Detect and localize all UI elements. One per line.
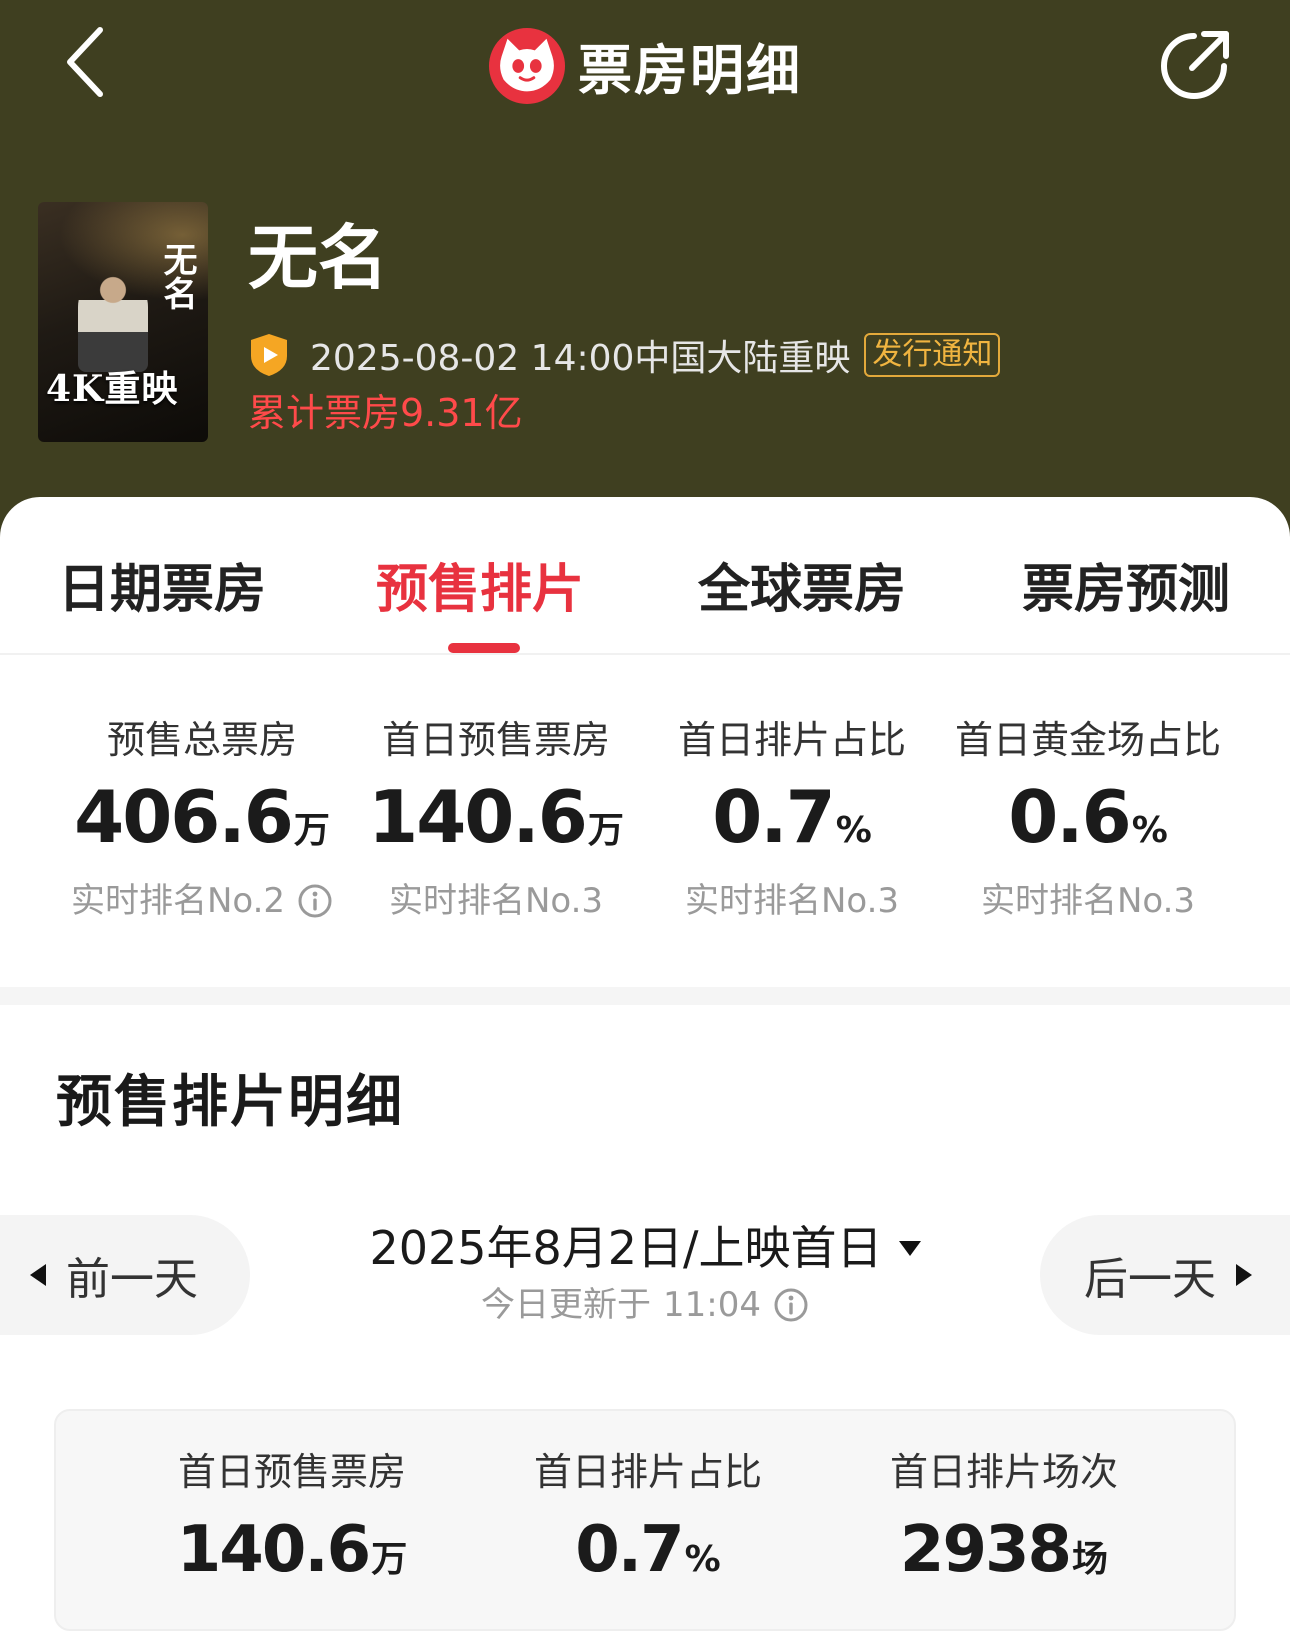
stat-label: 首日排片占比 [677, 718, 906, 762]
caret-down-icon [898, 1240, 921, 1256]
shield-play-icon [251, 334, 287, 376]
stat-label: 首日预售票房 [381, 718, 610, 762]
date-navigation: 前一天 2025年8月2日/上映首日 今日更新于 11:04 后一天 [0, 1215, 1290, 1339]
info-icon[interactable] [773, 1287, 809, 1323]
cumulative-box-office: 累计票房9.31亿 [248, 391, 523, 435]
chevron-left-icon [67, 27, 103, 97]
section-title: 预售排片明细 [56, 1070, 404, 1135]
caret-left-icon [30, 1264, 46, 1286]
stat-rank: 实时排名No.3 [388, 881, 604, 921]
stat-rank: 实时排名No.3 [980, 881, 1196, 921]
tab-bar: 日期票房 预售排片 全球票房 票房预测 [0, 497, 1290, 655]
summary-schedule-share: 首日排片占比 0.7% [468, 1447, 828, 1595]
update-label: 今日更新于 [481, 1285, 651, 1325]
first-day-summary-card: 首日预售票房 140.6万 首日排片占比 0.7% 首日排片场次 2938场 [54, 1409, 1236, 1631]
update-time: 11:04 [663, 1285, 761, 1325]
share-icon [1161, 31, 1229, 99]
stat-label: 首日黄金场占比 [954, 718, 1221, 762]
stat-value: 0.6% [1008, 775, 1168, 859]
selected-date: 2025年8月2日/上映首日 [369, 1221, 883, 1275]
stat-value: 140.6万 [368, 775, 624, 859]
tab-box-office-forecast[interactable]: 票房预测 [1022, 547, 1230, 622]
summary-first-day-presale: 首日预售票房 140.6万 [112, 1447, 472, 1595]
caret-right-icon [1236, 1264, 1252, 1286]
poster-title: 无名 [157, 242, 197, 310]
stat-first-day-schedule-share: 首日排片占比 0.7% 实时排名No.3 [642, 715, 942, 923]
share-button[interactable] [1154, 26, 1234, 106]
movie-name: 无名 [248, 217, 388, 299]
stat-label: 预售总票房 [106, 718, 297, 762]
info-icon[interactable] [297, 883, 333, 919]
header-title-group: 票房明细 [0, 26, 1290, 105]
poster-tag: 4K重映 [46, 368, 179, 410]
poster-figure [78, 272, 148, 372]
top-bar: 票房明细 [0, 0, 1290, 130]
summary-value: 0.7% [575, 1513, 721, 1587]
movie-poster[interactable]: 无名 4K重映 [38, 202, 208, 442]
previous-day-button[interactable]: 前一天 [0, 1215, 250, 1335]
page-title: 票房明细 [578, 39, 802, 102]
previous-day-label: 前一天 [66, 1254, 198, 1305]
stat-value: 406.6万 [74, 775, 330, 859]
section-divider [0, 987, 1290, 1005]
presale-stats: 预售总票房 406.6万 实时排名No.2 首日预售票房 140.6万 实时排名… [0, 715, 1290, 921]
next-day-button[interactable]: 后一天 [1040, 1215, 1290, 1335]
active-tab-indicator [448, 643, 520, 653]
summary-value: 2938场 [899, 1513, 1109, 1587]
tab-presale-schedule[interactable]: 预售排片 [376, 547, 584, 622]
stat-total-presale: 预售总票房 406.6万 实时排名No.2 [52, 715, 352, 923]
summary-label: 首日预售票房 [177, 1450, 406, 1494]
release-row: 2025-08-02 14:00中国大陆重映 发行通知 [248, 330, 1001, 380]
stat-first-day-golden-share: 首日黄金场占比 0.6% 实时排名No.3 [938, 715, 1238, 923]
summary-label: 首日排片占比 [533, 1450, 762, 1494]
summary-value: 140.6万 [176, 1513, 408, 1587]
stat-rank: 实时排名No.2 [52, 879, 352, 923]
stat-rank: 实时排名No.3 [684, 881, 900, 921]
cat-logo-icon [488, 27, 566, 104]
date-selector: 2025年8月2日/上映首日 今日更新于 11:04 [300, 1215, 990, 1329]
release-info: 2025-08-02 14:00中国大陆重映 [310, 338, 851, 379]
content-sheet: 日期票房 预售排片 全球票房 票房预测 预售总票房 406.6万 实时排名No.… [0, 497, 1290, 1643]
tab-daily-box-office[interactable]: 日期票房 [58, 547, 266, 622]
date-dropdown[interactable]: 2025年8月2日/上映首日 [369, 1215, 921, 1281]
stat-first-day-presale: 首日预售票房 140.6万 实时排名No.3 [346, 715, 646, 923]
next-day-label: 后一天 [1084, 1254, 1216, 1305]
summary-label: 首日排片场次 [889, 1450, 1118, 1494]
summary-screenings: 首日排片场次 2938场 [824, 1447, 1184, 1595]
stat-value: 0.7% [712, 775, 872, 859]
back-button[interactable] [60, 22, 120, 102]
release-notice-tag[interactable]: 发行通知 [864, 333, 1001, 377]
update-info: 今日更新于 11:04 [300, 1281, 990, 1329]
tab-global-box-office[interactable]: 全球票房 [698, 547, 906, 622]
